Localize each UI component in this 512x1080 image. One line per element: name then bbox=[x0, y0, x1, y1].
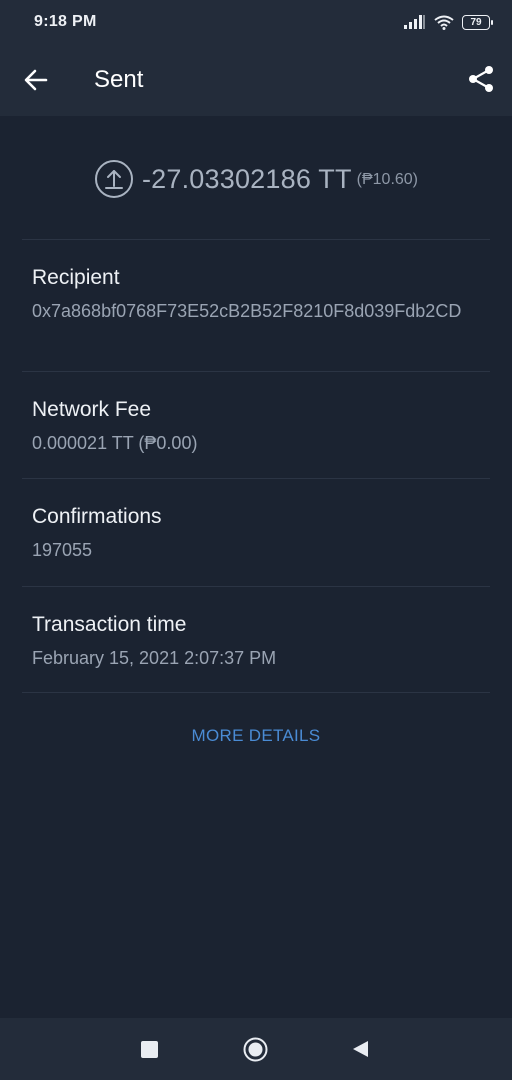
amount-fiat: (₱10.60) bbox=[356, 171, 419, 188]
wifi-icon bbox=[434, 15, 454, 30]
recipient-address[interactable]: 0x7a868bf0768F73E52cB2B52F8210F8d039Fdb2… bbox=[32, 298, 482, 324]
confirmations-label: Confirmations bbox=[32, 505, 162, 528]
status-bar: 9:18 PM 79 bbox=[0, 0, 512, 44]
home-circle-icon[interactable] bbox=[243, 1037, 268, 1062]
divider bbox=[22, 478, 490, 479]
arrow-left-icon[interactable] bbox=[22, 66, 50, 94]
signal-icon bbox=[404, 15, 425, 29]
share-icon[interactable] bbox=[466, 64, 496, 94]
amount-row: -27.03302186 TT (₱10.60) bbox=[0, 156, 512, 202]
network-fee-section: Network Fee 0.000021 TT (₱0.00) bbox=[32, 396, 482, 456]
recipient-section[interactable]: Recipient 0x7a868bf0768F73E52cB2B52F8210… bbox=[32, 264, 482, 324]
divider bbox=[22, 371, 490, 372]
transaction-time-section: Transaction time February 15, 2021 2:07:… bbox=[32, 611, 482, 671]
amount-value: -27.03302186 TT bbox=[141, 163, 352, 194]
network-fee-label: Network Fee bbox=[32, 398, 152, 421]
battery-icon: 79 bbox=[462, 14, 493, 30]
divider bbox=[22, 586, 490, 587]
confirmations-value: 197055 bbox=[32, 540, 93, 560]
transaction-detail-screen: 9:18 PM 79 Sent -27.03302186 TT (₱10.60)… bbox=[0, 0, 512, 1080]
transaction-time-label: Transaction time bbox=[32, 613, 187, 636]
recipient-label: Recipient bbox=[32, 266, 120, 289]
transaction-time-value: February 15, 2021 2:07:37 PM bbox=[32, 648, 277, 668]
system-nav-bar bbox=[0, 1018, 512, 1080]
page-title: Sent bbox=[94, 66, 144, 93]
back-triangle-icon[interactable] bbox=[352, 1040, 369, 1058]
confirmations-section: Confirmations 197055 bbox=[32, 503, 482, 563]
divider bbox=[22, 692, 490, 693]
more-details-button[interactable]: MORE DETAILS bbox=[0, 726, 512, 746]
battery-level: 79 bbox=[470, 16, 482, 28]
app-bar: Sent bbox=[0, 44, 512, 116]
divider bbox=[22, 239, 490, 240]
network-fee-value: 0.000021 TT (₱0.00) bbox=[32, 433, 198, 453]
status-time: 9:18 PM bbox=[34, 13, 97, 30]
status-icons: 79 bbox=[404, 14, 493, 30]
recents-square-icon[interactable] bbox=[141, 1041, 158, 1058]
upload-circle-icon bbox=[94, 160, 133, 198]
